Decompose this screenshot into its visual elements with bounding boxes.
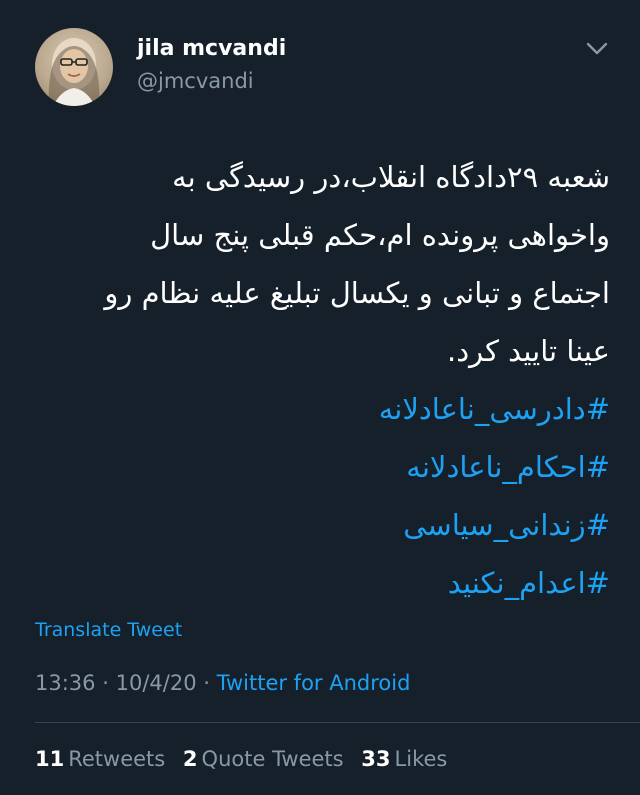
tweet-stats: 11 Retweets 2 Quote Tweets 33 Likes <box>35 747 458 771</box>
hashtag-link[interactable]: #اعدام_نکنید <box>30 554 610 612</box>
tweet-text: شعبه ۲۹دادگاه انقلاب،در رسیدگی به واخواه… <box>30 148 610 612</box>
avatar-photo <box>48 38 100 106</box>
tweet-source-link[interactable]: Twitter for Android <box>217 671 411 695</box>
meta-separator: · <box>102 671 109 695</box>
tweet-detail: jila mcvandi @jmcvandi شعبه ۲۹دادگاه انق… <box>0 0 640 795</box>
tweet-meta: 13:36 · 10/4/20 · Twitter for Android <box>35 671 410 695</box>
hashtag-link[interactable]: #احکام_ناعادلانه <box>30 438 610 496</box>
user-handle[interactable]: @jmcvandi <box>137 69 254 93</box>
likes-stat[interactable]: 33 Likes <box>361 747 447 771</box>
likes-label: Likes <box>394 747 448 771</box>
quote-tweets-label: Quote Tweets <box>201 747 344 771</box>
meta-separator: · <box>203 671 210 695</box>
display-name[interactable]: jila mcvandi <box>137 36 286 61</box>
hashtag-link[interactable]: #زندانی_سیاسی <box>30 496 610 554</box>
retweets-stat[interactable]: 11 Retweets <box>35 747 165 771</box>
tweet-text-line: شعبه ۲۹دادگاه انقلاب،در رسیدگی به <box>172 160 610 194</box>
divider <box>35 722 640 723</box>
hashtag-link[interactable]: #دادرسی_ناعادلانه <box>30 380 610 438</box>
likes-count: 33 <box>361 747 391 771</box>
quote-tweets-stat[interactable]: 2 Quote Tweets <box>183 747 344 771</box>
tweet-date: 10/4/20 <box>115 671 197 695</box>
quote-tweets-count: 2 <box>182 747 198 771</box>
tweet-text-line: عینا تایید کرد. <box>447 334 610 368</box>
tweet-time: 13:36 <box>35 671 96 695</box>
tweet-text-line: اجتماع و تبانی و یکسال تبلیغ علیه نظام ر… <box>104 276 610 310</box>
avatar[interactable] <box>35 28 113 106</box>
translate-tweet-link[interactable]: Translate Tweet <box>35 619 182 641</box>
chevron-down-icon[interactable] <box>585 40 609 58</box>
tweet-text-line: واخواهی پرونده ام،حکم قبلی پنج سال <box>150 218 610 252</box>
retweets-label: Retweets <box>68 747 166 771</box>
retweets-count: 11 <box>35 747 65 771</box>
